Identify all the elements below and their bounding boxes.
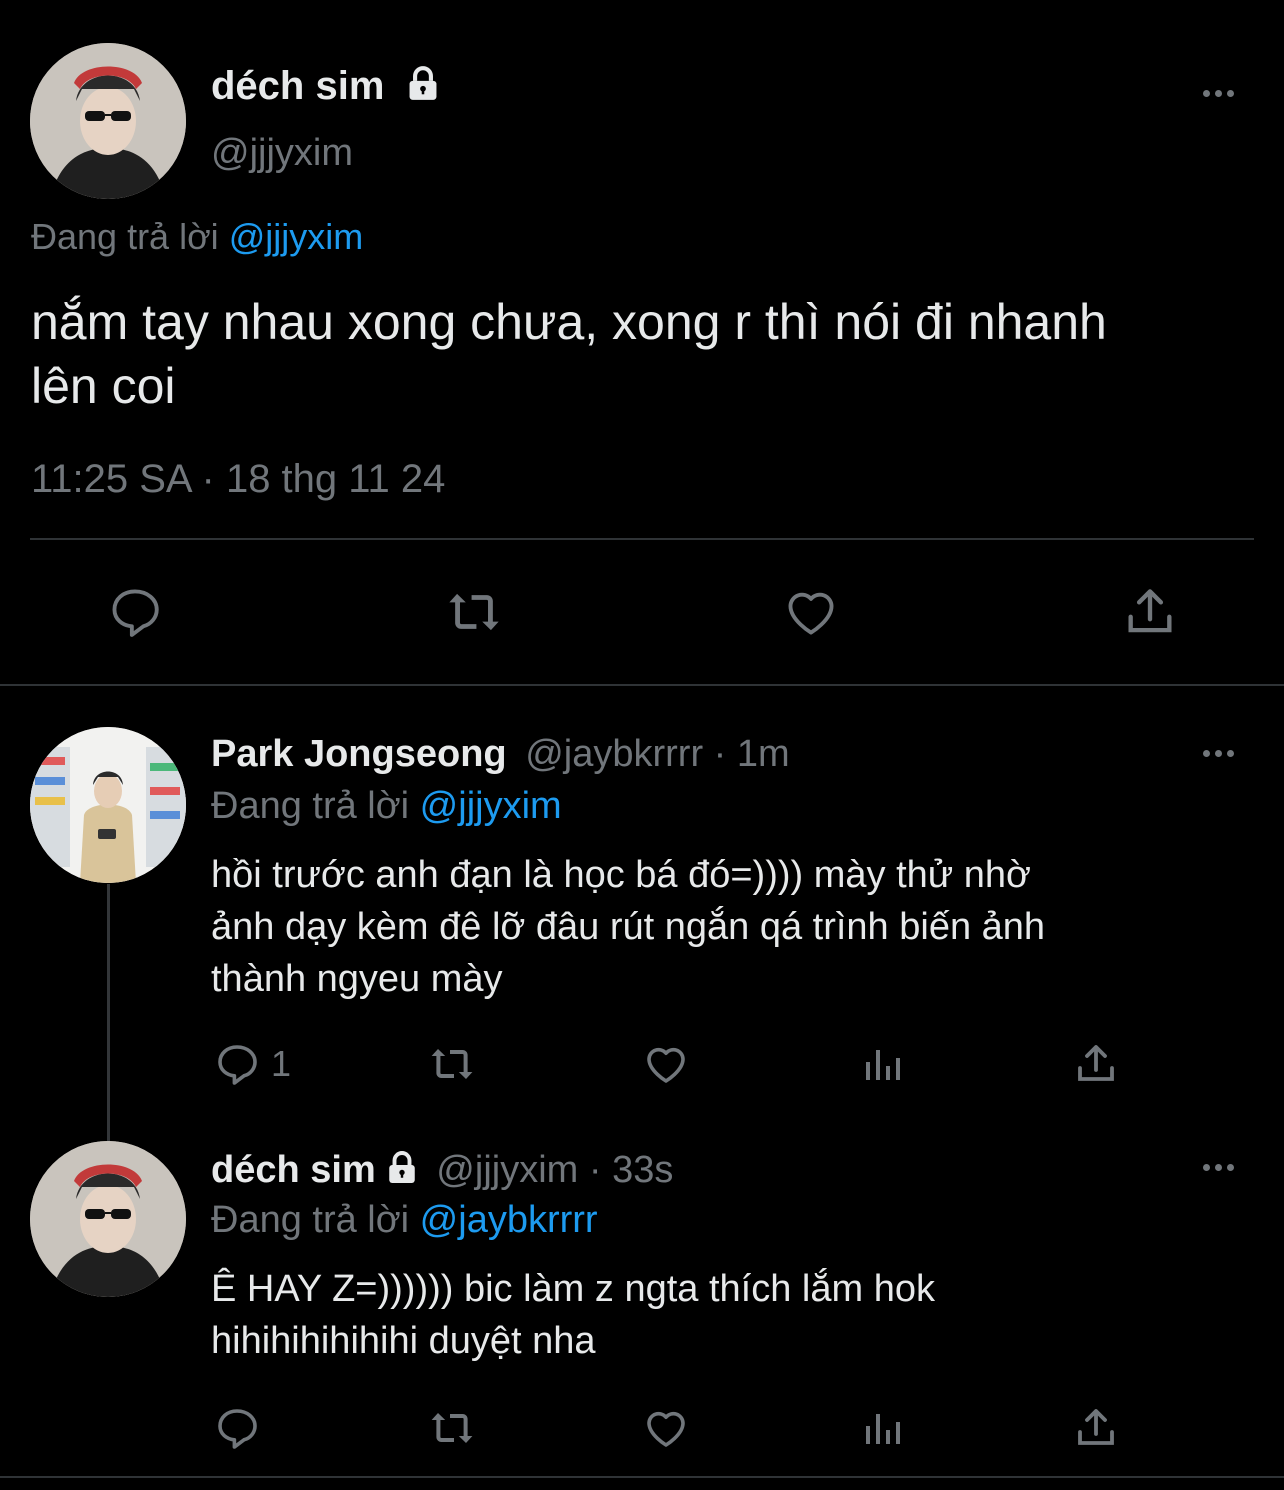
- thread-connector-line: [107, 884, 110, 1142]
- more-icon[interactable]: [1203, 90, 1234, 97]
- main-tweet-text: nắm tay nhau xong chưa, xong r thì nói đ…: [31, 290, 1107, 418]
- main-tweet-timestamp[interactable]: 11:25 SA · 18 thg 11 24: [31, 455, 445, 503]
- views-icon[interactable]: [858, 1040, 906, 1088]
- replying-to-link[interactable]: @jaybkrrrr: [420, 1199, 598, 1241]
- reply-2-replying-to: Đang trả lời @jaybkrrrr: [211, 1197, 598, 1243]
- handle-text[interactable]: @jaybkrrrr: [525, 733, 703, 775]
- main-tweet-replying-to: Đang trả lời @jjjyxim: [31, 214, 363, 260]
- handle-text[interactable]: @jjjyxim: [436, 1149, 578, 1191]
- divider: [30, 538, 1254, 540]
- main-tweet-display-name[interactable]: déch sim: [211, 62, 442, 114]
- main-tweet-handle[interactable]: @jjjyxim: [211, 130, 353, 176]
- tweet-text-line: Ê HAY Z=)))))) bic làm z ngta thích lắm …: [211, 1268, 935, 1310]
- avatar-image: [30, 1141, 186, 1297]
- reply-1-header: Park Jongseong @jaybkrrrr · 1m: [211, 731, 790, 777]
- reply-count: 1: [271, 1043, 292, 1084]
- display-name-text[interactable]: déch sim: [211, 64, 384, 108]
- views-icon[interactable]: [858, 1404, 906, 1452]
- avatar-image: [30, 43, 186, 199]
- share-icon[interactable]: [1071, 1040, 1121, 1088]
- main-tweet-avatar[interactable]: [30, 43, 186, 199]
- replying-prefix: Đang trả lời: [31, 216, 219, 257]
- display-name-text[interactable]: Park Jongseong: [211, 733, 507, 775]
- tweet-text-line: nắm tay nhau xong chưa, xong r thì nói đ…: [31, 294, 1107, 350]
- share-icon[interactable]: [1120, 583, 1180, 641]
- like-icon[interactable]: [641, 1040, 691, 1088]
- more-icon[interactable]: [1203, 1164, 1234, 1171]
- replying-prefix: Đang trả lời: [211, 785, 410, 827]
- share-icon[interactable]: [1071, 1404, 1121, 1452]
- reply-icon[interactable]: [213, 1404, 261, 1452]
- tweet-text-line: ảnh dạy kèm đê lỡ đâu rút ngắn qá trình …: [211, 906, 1046, 948]
- reply-1-text: hồi trước anh đạn là học bá đó=)))) mày …: [211, 849, 1045, 1005]
- reply-icon[interactable]: [104, 583, 166, 641]
- lock-icon: [404, 65, 442, 114]
- like-icon[interactable]: [781, 583, 841, 641]
- time-text[interactable]: · 33s: [589, 1149, 673, 1191]
- like-icon[interactable]: [641, 1404, 691, 1452]
- lock-icon: [384, 1150, 420, 1197]
- more-icon[interactable]: [1203, 750, 1234, 757]
- reply-2-text: Ê HAY Z=)))))) bic làm z ngta thích lắm …: [211, 1263, 935, 1367]
- tweet-text-line: hihihihihihihi duyệt nha: [211, 1320, 596, 1362]
- tweet-text-line: lên coi: [31, 358, 176, 414]
- retweet-icon[interactable]: [424, 1040, 480, 1088]
- reply-1-avatar[interactable]: [30, 727, 186, 883]
- reply-2-avatar[interactable]: [30, 1141, 186, 1297]
- display-name-text[interactable]: déch sim: [211, 1149, 376, 1191]
- reply-1-replying-to: Đang trả lời @jjjyxim: [211, 783, 562, 829]
- reply-icon[interactable]: 1: [213, 1040, 291, 1088]
- divider: [0, 684, 1284, 686]
- tweet-text-line: thành ngyeu mày: [211, 958, 503, 1000]
- avatar-image: [30, 727, 186, 883]
- replying-prefix: Đang trả lời: [211, 1199, 410, 1241]
- replying-to-link[interactable]: @jjjyxim: [229, 216, 364, 257]
- time-text[interactable]: · 1m: [714, 733, 790, 775]
- retweet-icon[interactable]: [424, 1404, 480, 1452]
- retweet-icon[interactable]: [440, 583, 508, 641]
- divider: [0, 1476, 1284, 1478]
- replying-to-link[interactable]: @jjjyxim: [420, 785, 562, 827]
- reply-2-header: déch sim @jjjyxim · 33s: [211, 1147, 673, 1197]
- tweet-thread: déch sim @jjjyxim Đang trả lời @jjjyxim …: [0, 0, 1284, 1490]
- tweet-text-line: hồi trước anh đạn là học bá đó=)))) mày …: [211, 854, 1031, 896]
